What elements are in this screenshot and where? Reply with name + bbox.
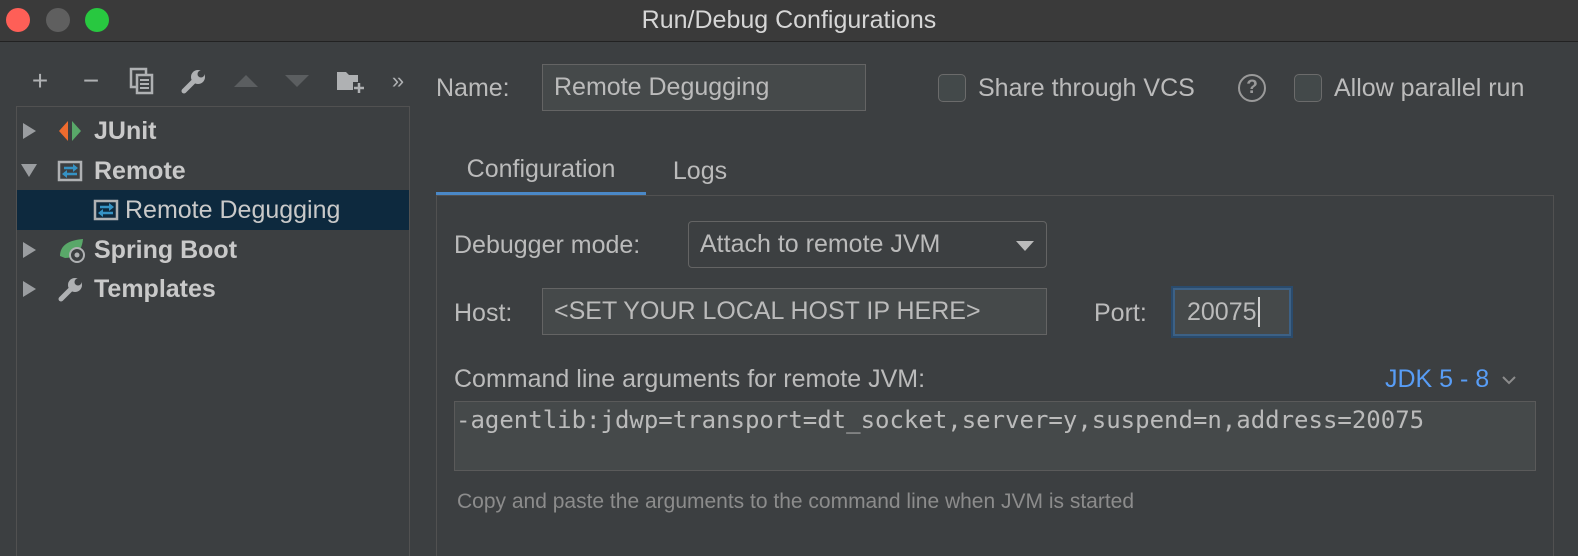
port-label: Port: [1094, 299, 1147, 327]
expand-arrow-icon[interactable] [23, 281, 36, 297]
tree-item-label: Templates [94, 274, 216, 303]
share-vcs-label[interactable]: Share through VCS [978, 74, 1195, 103]
more-actions-button[interactable]: » [378, 62, 418, 100]
tab-logs[interactable]: Logs [650, 146, 750, 196]
arrow-up-icon [234, 75, 258, 87]
host-label: Host: [454, 299, 513, 327]
cmd-args-hint: Copy and paste the arguments to the comm… [457, 490, 1135, 513]
tree-item-label: Remote [94, 156, 186, 185]
host-field[interactable]: <SET YOUR LOCAL HOST IP HERE> [542, 288, 1047, 335]
debugger-mode-label: Debugger mode: [454, 231, 641, 259]
collapse-arrow-icon[interactable] [21, 164, 37, 177]
text-caret [1257, 297, 1260, 327]
chevron-down-icon [1016, 241, 1034, 251]
configuration-tree: JUnit Remote Remote Degugging Spring Boo… [16, 106, 410, 556]
tree-item-remote-degugging[interactable]: Remote Degugging [17, 190, 409, 230]
remove-configuration-button[interactable]: − [71, 62, 111, 100]
jdk-version-label: JDK 5 - 8 [1385, 365, 1490, 393]
allow-parallel-checkbox[interactable] [1294, 74, 1322, 102]
tree-item-templates[interactable]: Templates [17, 269, 409, 309]
remote-icon [57, 157, 85, 185]
expand-arrow-icon[interactable] [23, 242, 36, 258]
tree-item-spring-boot[interactable]: Spring Boot [17, 230, 409, 270]
config-toolbar: + − » [16, 62, 416, 100]
remote-icon [93, 196, 121, 224]
new-folder-button[interactable] [331, 62, 371, 100]
port-field[interactable]: 20075 [1173, 288, 1291, 336]
junit-icon [57, 117, 85, 145]
chevron-down-icon [1502, 376, 1516, 385]
name-label: Name: [436, 74, 510, 102]
title-bar: Run/Debug Configurations [0, 0, 1578, 42]
jdk-version-dropdown[interactable]: JDK 5 - 8 [1385, 365, 1518, 394]
edit-defaults-button[interactable] [174, 62, 214, 100]
arrow-down-icon [285, 75, 309, 87]
tree-item-junit[interactable]: JUnit [17, 111, 409, 151]
tree-item-label: Spring Boot [94, 235, 238, 264]
name-field[interactable]: Remote Degugging [542, 64, 866, 111]
wrench-icon [57, 275, 85, 303]
move-down-button[interactable] [277, 62, 317, 100]
add-configuration-button[interactable]: + [20, 62, 60, 100]
allow-parallel-label[interactable]: Allow parallel run [1334, 74, 1524, 103]
expand-arrow-icon[interactable] [23, 123, 36, 139]
cmd-args-field[interactable]: -agentlib:jdwp=transport=dt_socket,serve… [454, 401, 1536, 471]
tree-item-remote[interactable]: Remote [17, 151, 409, 191]
share-vcs-checkbox[interactable] [938, 74, 966, 102]
copy-configuration-button[interactable] [122, 62, 162, 100]
debugger-mode-select[interactable]: Attach to remote JVM [688, 221, 1047, 268]
move-up-button[interactable] [226, 62, 266, 100]
tree-item-label: JUnit [94, 116, 157, 145]
port-value: 20075 [1187, 297, 1257, 326]
spring-boot-icon [57, 236, 85, 264]
help-icon[interactable]: ? [1238, 74, 1266, 102]
tab-configuration[interactable]: Configuration [436, 146, 646, 196]
window-title: Run/Debug Configurations [641, 6, 937, 34]
folder-add-icon [337, 72, 365, 94]
wrench-icon [181, 70, 205, 94]
copy-icon [129, 67, 154, 95]
debugger-mode-value: Attach to remote JVM [700, 230, 941, 258]
tree-item-label: Remote Degugging [125, 195, 341, 224]
cmd-args-label: Command line arguments for remote JVM: [454, 365, 926, 393]
